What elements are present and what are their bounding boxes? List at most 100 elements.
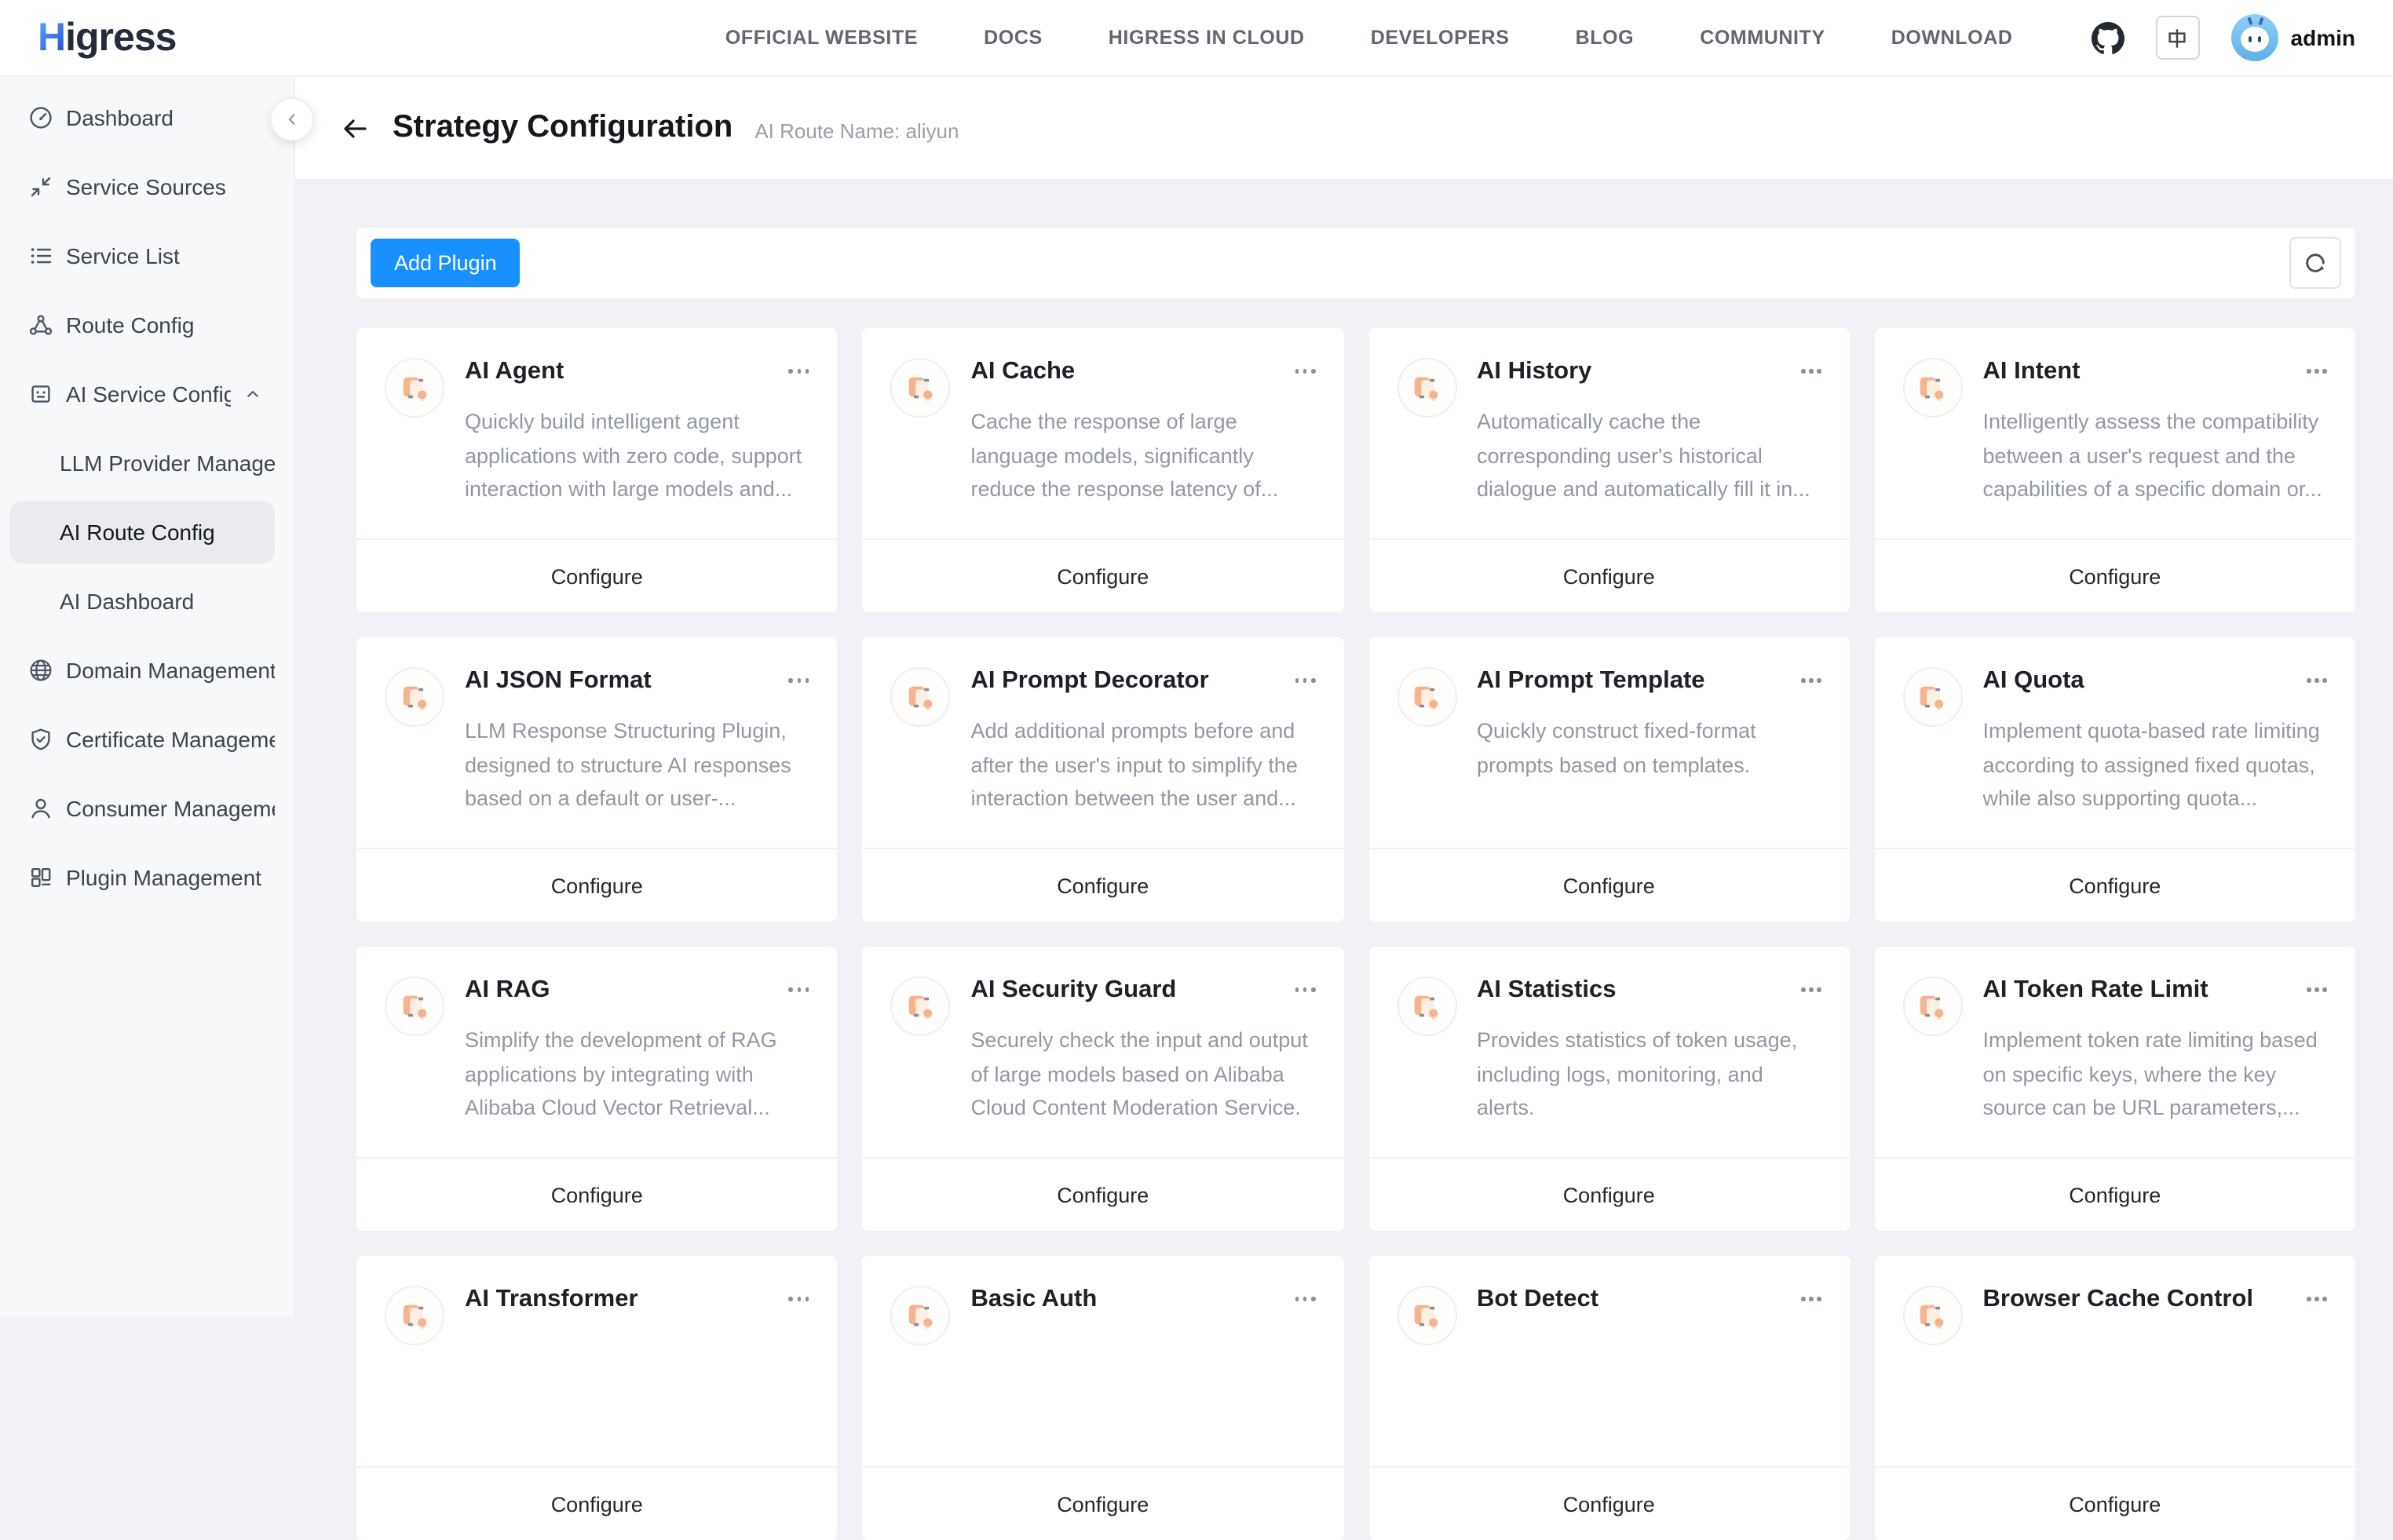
configure-button[interactable]: Configure <box>1875 1157 2356 1231</box>
configure-button[interactable]: Configure <box>863 538 1344 612</box>
plugin-card-description: Cache the response of large language mod… <box>971 405 1319 506</box>
nav-link-docs[interactable]: DOCS <box>984 27 1043 49</box>
sidebar-item-label: Consumer Management <box>66 796 275 821</box>
add-plugin-button[interactable]: Add Plugin <box>371 239 521 287</box>
route-name-subtitle: AI Route Name: aliyun <box>754 119 959 142</box>
ellipsis-menu-icon[interactable] <box>1792 664 1825 692</box>
ellipsis-menu-icon[interactable] <box>1792 355 1825 382</box>
sidebar-item-label: Route Config <box>66 312 275 338</box>
nav-link-developers[interactable]: DEVELOPERS <box>1371 27 1510 49</box>
sidebar-item-label: Certificate Management <box>66 727 275 752</box>
ellipsis-menu-icon[interactable] <box>780 973 813 1001</box>
plugin-icon <box>1397 1286 1456 1345</box>
nav-link-higress-in-cloud[interactable]: HIGRESS IN CLOUD <box>1109 27 1305 49</box>
plugin-card-description: Implement quota-based rate limiting acco… <box>1983 714 2331 816</box>
plugin-card-description: Implement token rate limiting based on s… <box>1983 1024 2331 1125</box>
plugin-card-title: AI History <box>1477 355 1591 389</box>
back-button[interactable] <box>338 111 372 145</box>
ellipsis-menu-icon[interactable] <box>1792 1283 1825 1310</box>
sidebar-item-service-sources[interactable]: Service Sources <box>9 155 275 218</box>
higress-logo[interactable]: Higress <box>38 15 176 60</box>
logo-rest: igress <box>65 15 176 59</box>
logo-h: H <box>38 15 65 59</box>
configure-button[interactable]: Configure <box>356 1466 838 1540</box>
sidebar-item-label: Service Sources <box>66 174 275 199</box>
sidebar-item-certificate-management[interactable]: Certificate Management <box>9 708 275 771</box>
plugin-card-body: AI StatisticsProvides statistics of toke… <box>1368 947 1850 1125</box>
plugin-card-ai-rag: AI RAGSimplify the development of RAG ap… <box>356 947 838 1231</box>
ellipsis-menu-icon[interactable] <box>1792 973 1825 1001</box>
ellipsis-menu-icon[interactable] <box>1285 1283 1318 1310</box>
configure-button[interactable]: Configure <box>863 1157 1344 1231</box>
ellipsis-menu-icon[interactable] <box>2297 355 2330 382</box>
sidebar-item-dashboard[interactable]: Dashboard <box>9 86 275 149</box>
plugin-icon <box>385 976 444 1036</box>
configure-button[interactable]: Configure <box>1368 538 1850 612</box>
configure-button[interactable]: Configure <box>863 848 1344 921</box>
language-switch-button[interactable] <box>2156 16 2200 60</box>
plugin-card-title: AI Security Guard <box>971 973 1177 1008</box>
sidebar-collapse-button[interactable] <box>270 97 314 141</box>
sidebar-item-plugin-management[interactable]: Plugin Management <box>9 846 275 909</box>
sidebar-item-label: AI Route Config <box>60 520 275 545</box>
plugin-icon <box>385 358 444 418</box>
sidebar-item-service-list[interactable]: Service List <box>9 224 275 287</box>
sidebar-item-ai-route-config[interactable]: AI Route Config <box>9 501 275 564</box>
ellipsis-menu-icon[interactable] <box>780 355 813 382</box>
configure-button[interactable]: Configure <box>1368 1466 1850 1540</box>
sidebar-item-consumer-management[interactable]: Consumer Management <box>9 777 275 840</box>
configure-button[interactable]: Configure <box>863 1466 1344 1540</box>
ellipsis-menu-icon[interactable] <box>2297 973 2330 1001</box>
plugin-card-browser-cache-control: Browser Cache ControlConfigure <box>1875 1256 2356 1540</box>
sidebar-item-domain-management[interactable]: Domain Management <box>9 639 275 702</box>
plugin-card-title: AI Agent <box>465 355 564 389</box>
plugin-card-ai-cache: AI CacheCache the response of large lang… <box>863 328 1344 612</box>
ellipsis-menu-icon[interactable] <box>1285 973 1318 1001</box>
top-nav: Higress OFFICIAL WEBSITE DOCS HIGRESS IN C… <box>0 0 2393 77</box>
ellipsis-menu-icon[interactable] <box>2297 1283 2330 1310</box>
chinese-lang-icon <box>2166 26 2190 49</box>
sidebar-item-llm-provider-management[interactable]: LLM Provider Management <box>9 432 275 494</box>
plugin-card-ai-quota: AI QuotaImplement quota-based rate limit… <box>1875 637 2356 921</box>
plugin-card-description: Automatically cache the corresponding us… <box>1477 405 1825 506</box>
plugin-card-title: AI Token Rate Limit <box>1983 973 2209 1008</box>
plugin-card-body: AI History Automatically cache the corres… <box>1368 328 1850 506</box>
service-list-icon <box>28 243 53 268</box>
plugin-card-ai-prompt-template: AI Prompt TemplateQuickly construct fixe… <box>1368 637 1850 921</box>
configure-button[interactable]: Configure <box>1368 1157 1850 1231</box>
plugin-card-title: AI Statistics <box>1477 973 1616 1008</box>
configure-button[interactable]: Configure <box>1875 538 2356 612</box>
plugin-card-description: Simplify the development of RAG applicat… <box>465 1024 813 1125</box>
sidebar-item-ai-service-config[interactable]: AI Service Config <box>9 363 275 425</box>
plugin-card-title: Bot Detect <box>1477 1283 1598 1317</box>
nav-link-blog[interactable]: BLOG <box>1576 27 1635 49</box>
ellipsis-menu-icon[interactable] <box>1285 664 1318 692</box>
ellipsis-menu-icon[interactable] <box>1285 355 1318 382</box>
ellipsis-menu-icon[interactable] <box>2297 664 2330 692</box>
sidebar-item-ai-dashboard[interactable]: AI Dashboard <box>9 570 275 633</box>
configure-button[interactable]: Configure <box>356 848 838 921</box>
ellipsis-menu-icon[interactable] <box>780 664 813 692</box>
sidebar-item-label: LLM Provider Management <box>60 451 275 476</box>
configure-button[interactable]: Configure <box>1368 848 1850 921</box>
configure-button[interactable]: Configure <box>356 538 838 612</box>
ellipsis-menu-icon[interactable] <box>780 1283 813 1310</box>
github-icon[interactable] <box>2092 21 2124 54</box>
configure-button[interactable]: Configure <box>356 1157 838 1231</box>
main-area: Strategy Configuration AI Route Name: al… <box>295 77 2393 1317</box>
configure-button[interactable]: Configure <box>1875 1466 2356 1540</box>
nav-link-official-website[interactable]: OFFICIAL WEBSITE <box>725 27 918 49</box>
configure-button[interactable]: Configure <box>1875 848 2356 921</box>
nav-link-download[interactable]: DOWNLOAD <box>1891 27 2013 49</box>
sidebar-item-route-config[interactable]: Route Config <box>9 294 275 356</box>
refresh-button[interactable] <box>2289 237 2341 289</box>
plugin-icon <box>385 1286 444 1345</box>
nav-link-community[interactable]: COMMUNITY <box>1700 27 1825 49</box>
user-menu[interactable]: admin <box>2231 14 2355 61</box>
plugin-card-title: AI Prompt Decorator <box>971 664 1209 699</box>
top-nav-icons: admin <box>2092 14 2355 61</box>
user-avatar <box>2231 14 2278 61</box>
top-nav-links: OFFICIAL WEBSITE DOCS HIGRESS IN CLOUD DEVE… <box>725 27 2013 49</box>
page-header: Strategy Configuration AI Route Name: al… <box>295 77 2393 179</box>
sidebar-item-label: AI Service Config <box>66 381 231 407</box>
